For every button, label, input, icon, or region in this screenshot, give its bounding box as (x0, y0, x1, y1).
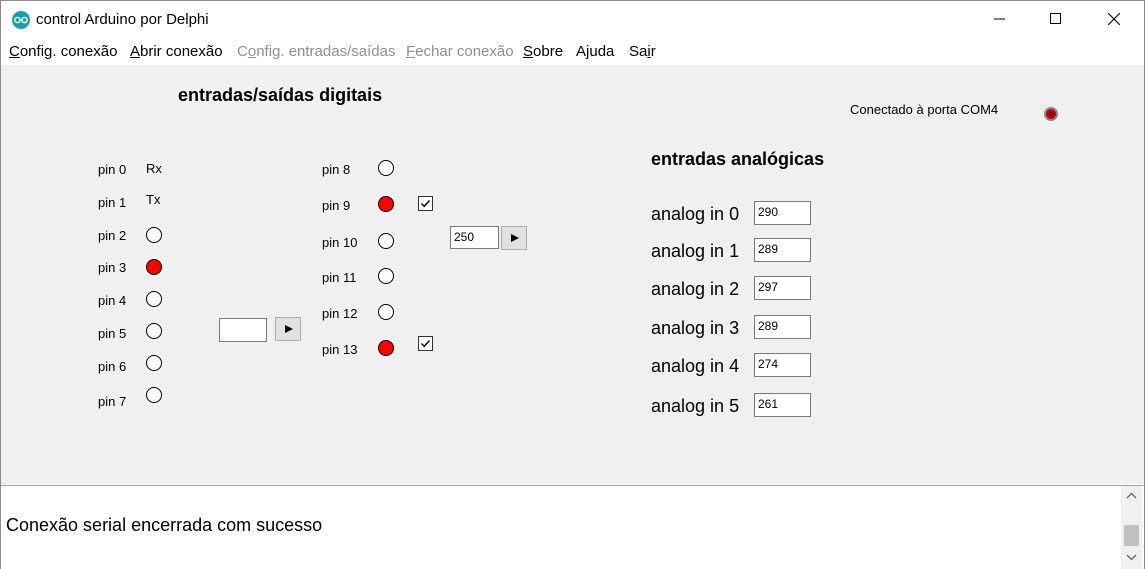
maximize-button[interactable] (1032, 1, 1078, 37)
pin-label: pin 9 (322, 198, 351, 213)
analog-in-1-value: 289 (754, 238, 811, 262)
scroll-thumb[interactable] (1124, 525, 1139, 546)
analog-in-5-value: 261 (754, 393, 811, 417)
main-panel: entradas/saídas digitais pin 0 Rx pin 1 … (1, 65, 1144, 484)
connection-status-text: Conectado à porta COM4 (850, 102, 999, 117)
pin-label: pin 7 (98, 394, 127, 409)
pin-label: pin 8 (322, 162, 351, 177)
log-memo[interactable]: Conexão serial encerrada com sucesso (1, 485, 1144, 569)
arduino-icon (12, 11, 30, 29)
digital-heading: entradas/saídas digitais (178, 85, 383, 105)
log-text: Conexão serial encerrada com sucesso (6, 515, 323, 535)
pin-label: pin 12 (322, 306, 358, 321)
pin-7-led[interactable] (146, 387, 162, 403)
pin-5-led[interactable] (146, 323, 162, 339)
menu-fechar-conexao[interactable]: Fechar conexão (406, 43, 514, 60)
analog-label: analog in 5 (651, 396, 740, 416)
send-pwm-button[interactable] (501, 226, 527, 250)
menu-config-conexao[interactable]: Config. conexão (9, 43, 117, 60)
pin-label: pin 10 (322, 235, 358, 250)
window-title: control Arduino por Delphi (36, 11, 209, 28)
pin-label: pin 3 (98, 260, 127, 275)
minimize-button[interactable] (976, 1, 1022, 37)
pin-13-led[interactable] (378, 340, 394, 356)
pin-9-led[interactable] (378, 196, 394, 212)
analog-label: analog in 1 (651, 241, 740, 261)
scroll-down-button[interactable] (1121, 548, 1142, 568)
minimize-icon (994, 18, 1005, 20)
checkmark-icon (420, 200, 431, 208)
pin-label: pin 4 (98, 293, 127, 308)
play-icon (511, 234, 519, 242)
connection-status-led (1044, 107, 1058, 121)
digital-value-input[interactable] (219, 318, 267, 342)
menu-sobre[interactable]: Sobre (523, 43, 563, 60)
pin-2-led[interactable] (146, 227, 162, 243)
scroll-up-button[interactable] (1121, 486, 1142, 506)
tx-label: Tx (146, 192, 161, 207)
pin-label: pin 11 (322, 270, 357, 285)
pin-label: pin 6 (98, 359, 127, 374)
pin-6-led[interactable] (146, 355, 162, 371)
rx-label: Rx (146, 161, 162, 176)
chevron-up-icon (1126, 492, 1137, 499)
pin-label: pin 1 (98, 195, 127, 210)
pin-label: pin 13 (322, 342, 358, 357)
pin-3-led[interactable] (146, 259, 162, 275)
analog-in-4-value: 274 (754, 353, 811, 377)
app-window: control Arduino por Delphi Config. conex… (0, 0, 1145, 569)
pin-10-led[interactable] (378, 233, 394, 249)
menu-bar: Config. conexão Abrir conexão Config. en… (1, 39, 1144, 63)
analog-in-2-value: 297 (754, 276, 811, 300)
send-digital-button[interactable] (275, 317, 301, 341)
pin-11-led[interactable] (378, 268, 394, 284)
menu-config-entradas-saidas[interactable]: Config. entradas/saídas (237, 43, 395, 60)
menu-sair[interactable]: Sair (629, 43, 656, 60)
pin-4-led[interactable] (146, 291, 162, 307)
analog-heading: entradas analógicas (651, 149, 825, 169)
pin-label: pin 2 (98, 228, 127, 243)
title-bar: control Arduino por Delphi (1, 1, 1144, 37)
pin-label: pin 5 (98, 326, 127, 341)
log-scrollbar[interactable] (1121, 486, 1142, 569)
pin-13-pwm-checkbox[interactable] (418, 336, 433, 351)
close-button[interactable] (1090, 1, 1136, 37)
analog-label: analog in 0 (651, 204, 740, 224)
maximize-icon (1050, 13, 1061, 24)
menu-ajuda[interactable]: Ajuda (576, 43, 614, 60)
analog-in-0-value: 290 (754, 201, 811, 225)
pin-8-led[interactable] (378, 160, 394, 176)
analog-label: analog in 4 (651, 356, 740, 376)
analog-in-3-value: 289 (754, 315, 811, 339)
menu-abrir-conexao[interactable]: Abrir conexão (130, 43, 223, 60)
pin-12-led[interactable] (378, 304, 394, 320)
checkmark-icon (420, 340, 431, 348)
chevron-down-icon (1126, 554, 1137, 561)
pin-label: pin 0 (98, 162, 127, 177)
pwm-value-input[interactable]: 250 (450, 226, 499, 249)
analog-label: analog in 2 (651, 279, 740, 299)
play-icon (285, 325, 293, 333)
close-icon (1108, 13, 1120, 25)
pin-9-pwm-checkbox[interactable] (418, 196, 433, 211)
analog-label: analog in 3 (651, 318, 740, 338)
